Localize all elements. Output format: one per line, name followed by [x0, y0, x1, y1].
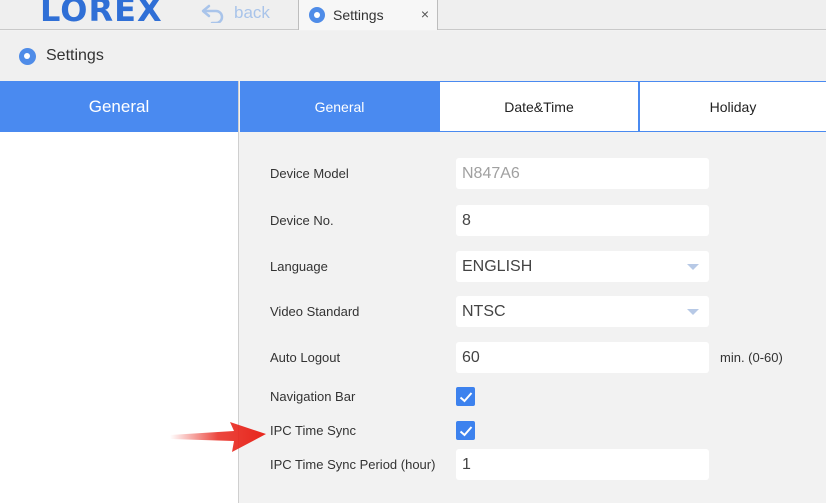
device-model-row: Device Model N847A6 — [270, 158, 709, 189]
sub-tabs: General Date&Time Holiday — [240, 81, 826, 132]
ipc-time-sync-period-input[interactable]: 1 — [456, 449, 709, 480]
red-arrow-annotation-icon — [170, 422, 266, 452]
navigation-bar-checkbox[interactable] — [456, 387, 475, 406]
close-icon[interactable]: × — [421, 6, 429, 22]
auto-logout-label: Auto Logout — [270, 350, 341, 365]
page-title-bar: Settings — [0, 31, 826, 81]
checkmark-icon — [459, 425, 472, 436]
video-standard-value: NTSC — [462, 302, 506, 320]
tab-settings[interactable]: Settings × — [298, 0, 438, 30]
auto-logout-input[interactable]: 60 — [456, 342, 709, 373]
tab-date-time[interactable]: Date&Time — [440, 82, 640, 131]
navigation-bar-row: Navigation Bar — [270, 387, 475, 406]
device-no-row: Device No. 8 — [270, 205, 709, 236]
tab-holiday[interactable]: Holiday — [640, 82, 826, 131]
top-bar: LOREX back Settings × — [0, 0, 826, 30]
video-standard-row: Video Standard NTSC — [270, 296, 709, 327]
sidebar-item-general[interactable]: General — [0, 81, 238, 132]
back-label: back — [234, 3, 270, 22]
device-model-field: N847A6 — [456, 158, 709, 189]
page-title: Settings — [46, 47, 104, 64]
ipc-time-sync-period-row: IPC Time Sync Period (hour) 1 — [270, 449, 709, 480]
lorex-logo: LOREX — [40, 0, 163, 29]
language-value: ENGLISH — [462, 257, 533, 275]
back-arrow-icon — [201, 4, 224, 23]
ipc-time-sync-period-label: IPC Time Sync Period (hour) — [270, 457, 436, 472]
chevron-down-icon — [687, 309, 699, 315]
language-row: Language ENGLISH — [270, 251, 709, 282]
video-standard-label: Video Standard — [270, 304, 360, 319]
language-select[interactable]: ENGLISH — [456, 251, 709, 282]
device-no-input[interactable]: 8 — [456, 205, 709, 236]
auto-logout-unit: min. (0-60) — [720, 350, 783, 365]
gear-icon — [309, 7, 325, 23]
language-label: Language — [270, 259, 328, 274]
gear-icon — [19, 47, 36, 65]
navigation-bar-label: Navigation Bar — [270, 389, 356, 404]
auto-logout-row: Auto Logout 60 min. (0-60) — [270, 342, 783, 373]
device-no-label: Device No. — [270, 213, 334, 228]
video-standard-select[interactable]: NTSC — [456, 296, 709, 327]
back-button[interactable]: back — [200, 1, 270, 25]
ipc-time-sync-label: IPC Time Sync — [270, 423, 356, 438]
ipc-time-sync-row: IPC Time Sync — [270, 421, 475, 440]
checkmark-icon — [459, 391, 472, 402]
tab-general[interactable]: General — [240, 82, 440, 131]
chevron-down-icon — [687, 264, 699, 270]
ipc-time-sync-checkbox[interactable] — [456, 421, 475, 440]
general-settings-panel: Device Model N847A6 Device No. 8 Languag… — [240, 132, 826, 503]
device-model-label: Device Model — [270, 166, 349, 181]
tab-settings-label: Settings — [333, 7, 384, 23]
